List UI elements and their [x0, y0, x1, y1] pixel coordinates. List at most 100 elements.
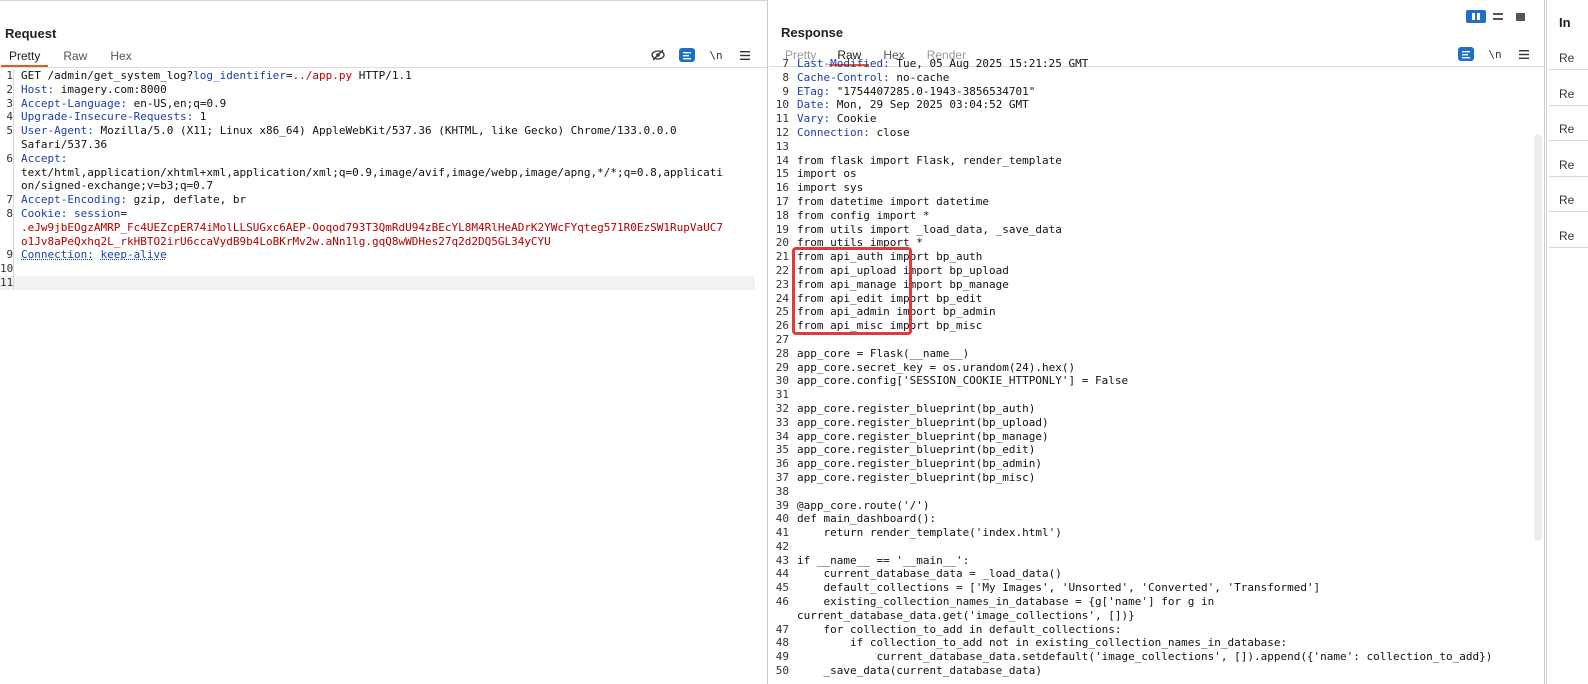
code-line[interactable]: 48 if collection_to_add not in existing_…: [769, 636, 1544, 650]
layout-side-by-side-icon[interactable]: [1466, 10, 1486, 23]
response-editor[interactable]: 7 Last-Modified: Tue, 05 Aug 2025 15:21:2…: [769, 57, 1544, 684]
code-line[interactable]: 7 Last-Modified: Tue, 05 Aug 2025 15:21:2…: [769, 57, 1544, 71]
menu-icon[interactable]: [737, 48, 753, 62]
code-line[interactable]: 33 app_core.register_blueprint(bp_upload): [769, 416, 1544, 430]
line-text: from datetime import datetime: [797, 194, 990, 208]
line-number: 7: [0, 193, 14, 207]
code-line[interactable]: 26 from api_misc import bp_misc: [769, 319, 1544, 333]
inspector-item[interactable]: Re: [1549, 186, 1588, 212]
code-line[interactable]: 29 app_core.secret_key = os.urandom(24).h…: [769, 361, 1544, 375]
line-text: app_core.config['SESSION_COOKIE_HTTPONLY…: [797, 374, 1129, 388]
code-line[interactable]: 32 app_core.register_blueprint(bp_auth): [769, 402, 1544, 416]
code-line[interactable]: 13: [769, 140, 1544, 154]
code-line[interactable]: 16 import sys: [769, 181, 1544, 195]
code-line[interactable]: 24 from api_edit import bp_edit: [769, 292, 1544, 306]
line-number: 15: [775, 167, 789, 181]
code-line[interactable]: 40 def main_dashboard():: [769, 512, 1544, 526]
code-line[interactable]: 36 app_core.register_blueprint(bp_admin): [769, 457, 1544, 471]
code-line[interactable]: 44 current_database_data = _load_data(): [769, 567, 1544, 581]
code-line[interactable]: Safari/537.36: [0, 137, 767, 152]
code-line[interactable]: 49 current_database_data.setdefault('ima…: [769, 650, 1544, 664]
code-line[interactable]: 7 Accept-Encoding: gzip, deflate, br: [0, 193, 767, 207]
code-line[interactable]: current_database_data.get('image_collect…: [769, 609, 1544, 623]
code-line[interactable]: 22 from api_upload import bp_upload: [769, 264, 1544, 278]
inspector-item[interactable]: Re: [1549, 44, 1588, 70]
line-text: text/html,application/xhtml+xml,applicat…: [21, 165, 723, 179]
code-line[interactable]: 41 return render_template('index.html'): [769, 526, 1544, 540]
code-line[interactable]: .eJw9jbEOgzAMRP_Fc4UEZcpER74iMolLLSUGxc6…: [0, 220, 767, 235]
code-line[interactable]: 43 if __name__ == '__main__':: [769, 554, 1544, 568]
code-line[interactable]: 15 import os: [769, 167, 1544, 181]
line-text: app_core.register_blueprint(bp_upload): [797, 415, 1049, 429]
code-line[interactable]: 23 from api_manage import bp_manage: [769, 278, 1544, 292]
code-line[interactable]: 19 from utils import _load_data, _save_da…: [769, 223, 1544, 237]
hide-non-printable-icon[interactable]: [650, 48, 666, 62]
code-line[interactable]: 30 app_core.config['SESSION_COOKIE_HTTPON…: [769, 374, 1544, 388]
inspector-item[interactable]: Re: [1549, 222, 1588, 248]
line-text: from utils import _load_data, _save_data: [797, 222, 1062, 236]
code-line[interactable]: 25 from api_admin import bp_admin: [769, 305, 1544, 319]
code-line[interactable]: 1 GET /admin/get_system_log?log_identifie…: [0, 69, 767, 83]
code-line[interactable]: 11: [0, 275, 755, 290]
code-line[interactable]: 10 Date: Mon, 29 Sep 2025 03:04:52 GMT: [769, 98, 1544, 112]
tab-pretty[interactable]: Pretty: [1, 47, 49, 67]
line-number: 44: [775, 567, 789, 581]
code-line[interactable]: 12 Connection: close: [769, 126, 1544, 140]
code-line[interactable]: 10: [0, 262, 767, 276]
line-text: from api_auth import bp_auth: [797, 250, 983, 264]
layout-single-icon[interactable]: [1510, 10, 1530, 23]
code-line[interactable]: 27: [769, 333, 1544, 347]
line-number: 2: [0, 82, 14, 97]
code-line[interactable]: 11 Vary: Cookie: [769, 112, 1544, 126]
code-line[interactable]: 28 app_core = Flask(__name__): [769, 347, 1544, 361]
code-line[interactable]: 14 from flask import Flask, render_templa…: [769, 154, 1544, 168]
layout-toggle: [1466, 10, 1530, 23]
tab-raw[interactable]: Raw: [55, 47, 95, 67]
code-line[interactable]: 31: [769, 388, 1544, 402]
code-line[interactable]: 34 app_core.register_blueprint(bp_manage): [769, 430, 1544, 444]
code-line[interactable]: 37 app_core.register_blueprint(bp_misc): [769, 471, 1544, 485]
line-number: 17: [775, 194, 789, 208]
code-line[interactable]: o1Jv8aPeQxhq2L_rkHBTO2irU6ccaVydB9b4LoBK…: [0, 234, 767, 249]
pretty-wrap-icon[interactable]: [679, 48, 695, 62]
code-line[interactable]: 9 ETag: "1754407285.0-1943-3856534701": [769, 85, 1544, 99]
code-line[interactable]: 2 Host: imagery.com:8000: [0, 82, 767, 97]
code-line[interactable]: 9 Connection: keep-alive: [0, 248, 767, 263]
code-line[interactable]: 8 Cookie: session=: [0, 206, 767, 221]
inspector-item[interactable]: Re: [1549, 80, 1588, 106]
code-line[interactable]: 47 for collection_to_add in default_coll…: [769, 623, 1544, 637]
code-line[interactable]: 42: [769, 540, 1544, 554]
inspector-item[interactable]: Re: [1549, 115, 1588, 141]
code-line[interactable]: 17 from datetime import datetime: [769, 195, 1544, 209]
code-line[interactable]: text/html,application/xhtml+xml,applicat…: [0, 165, 767, 180]
code-line[interactable]: 39 @app_core.route('/'): [769, 499, 1544, 513]
line-text: app_core = Flask(__name__): [797, 346, 970, 360]
line-number: 32: [775, 401, 789, 415]
code-line[interactable]: 20 from utils import *: [769, 236, 1544, 250]
inspector-item[interactable]: Re: [1549, 151, 1588, 177]
code-line[interactable]: 3 Accept-Language: en-US,en;q=0.9: [0, 96, 767, 111]
line-text: default_collections = ['My Images', 'Uns…: [797, 581, 1321, 595]
request-editor[interactable]: 1 GET /admin/get_system_log?log_identifie…: [0, 69, 767, 684]
line-text: [14, 262, 21, 276]
line-number: 10: [0, 262, 14, 276]
code-line[interactable]: 8 Cache-Control: no-cache: [769, 71, 1544, 85]
code-line[interactable]: on/signed-exchange;v=b3;q=0.7: [0, 179, 767, 194]
newline-toggle-icon[interactable]: \n: [708, 48, 724, 62]
tab-hex[interactable]: Hex: [102, 47, 139, 67]
code-line[interactable]: 45 default_collections = ['My Images', '…: [769, 581, 1544, 595]
code-line[interactable]: 5 User-Agent: Mozilla/5.0 (X11; Linux x86…: [0, 124, 767, 138]
code-line[interactable]: 21 from api_auth import bp_auth: [769, 250, 1544, 264]
line-text: app_core.secret_key = os.urandom(24).hex…: [797, 360, 1076, 374]
line-text: Accept-Encoding: gzip, deflate, br: [21, 193, 247, 207]
code-line[interactable]: 50 _save_data(current_database_data): [769, 664, 1544, 678]
line-number: 37: [775, 470, 789, 484]
code-line[interactable]: 18 from config import *: [769, 209, 1544, 223]
vertical-scrollbar[interactable]: [1534, 134, 1542, 541]
code-line[interactable]: 35 app_core.register_blueprint(bp_edit): [769, 443, 1544, 457]
code-line[interactable]: 46 existing_collection_names_in_database…: [769, 595, 1544, 609]
code-line[interactable]: 6 Accept:: [0, 151, 767, 166]
code-line[interactable]: 4 Upgrade-Insecure-Requests: 1: [0, 110, 767, 125]
code-line[interactable]: 38: [769, 485, 1544, 499]
layout-stacked-icon[interactable]: [1488, 10, 1508, 23]
